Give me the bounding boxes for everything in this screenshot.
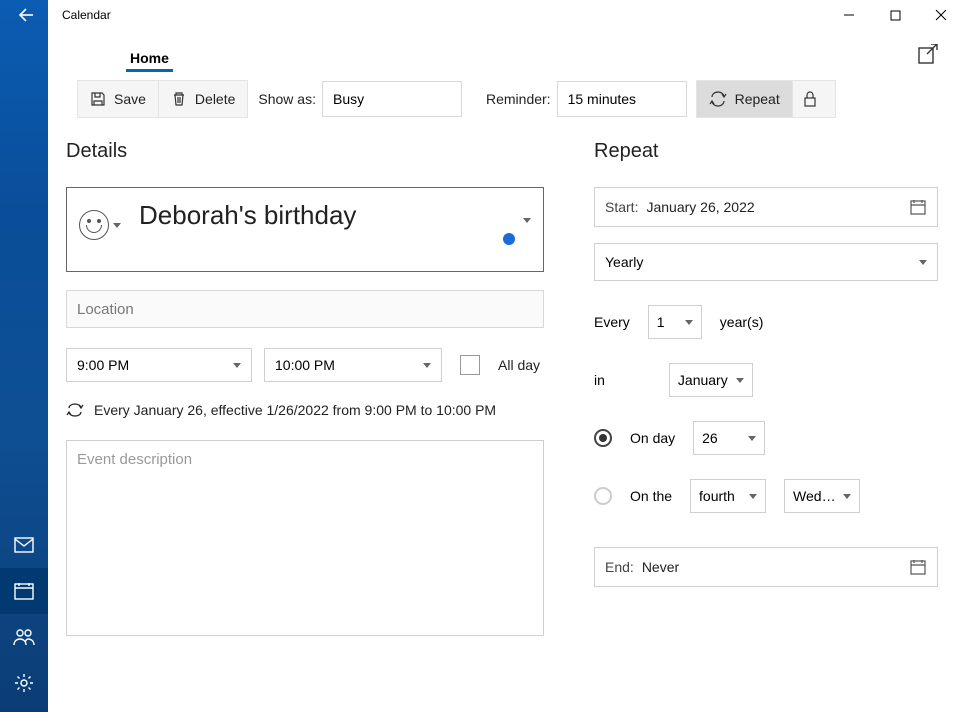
repeat-icon — [66, 403, 84, 417]
location-placeholder: Location — [77, 301, 134, 318]
chevron-down-icon — [919, 260, 927, 265]
event-title-card: Deborah's birthday — [66, 187, 544, 272]
toolbar: Save Delete Show as: Busy Reminder: 15 m… — [48, 76, 964, 122]
chevron-down-icon — [685, 320, 693, 325]
repeat-end-label: End: — [605, 559, 634, 575]
calendar-icon — [909, 198, 927, 216]
chevron-down-icon — [423, 363, 431, 368]
chevron-down-icon — [843, 494, 851, 499]
on-the-label: On the — [630, 488, 672, 504]
chevron-down-icon — [748, 436, 756, 441]
location-input[interactable]: Location — [66, 290, 544, 328]
private-button[interactable] — [792, 80, 836, 118]
show-as-label: Show as: — [258, 91, 316, 107]
years-label: year(s) — [720, 314, 764, 330]
on-day-label: On day — [630, 430, 675, 446]
repeat-end-field[interactable]: End: Never — [594, 547, 938, 587]
chevron-down-icon — [749, 494, 757, 499]
nav-rail — [0, 0, 48, 712]
start-time-select[interactable]: 9:00 PM — [66, 348, 252, 382]
close-button[interactable] — [918, 0, 964, 30]
recurrence-text: Every January 26, effective 1/26/2022 fr… — [94, 402, 496, 418]
weekday-value: Wed… — [793, 488, 836, 504]
repeat-button[interactable]: Repeat — [696, 80, 793, 118]
calendar-color-dot[interactable] — [503, 233, 515, 245]
end-time-value: 10:00 PM — [275, 357, 335, 373]
title-bar: Calendar — [48, 0, 964, 30]
repeat-pattern-value: Yearly — [605, 254, 643, 270]
ordinal-value: fourth — [699, 488, 735, 504]
maximize-button[interactable] — [872, 0, 918, 30]
delete-button[interactable]: Delete — [158, 80, 248, 118]
settings-nav-icon[interactable] — [0, 660, 48, 706]
back-button[interactable] — [0, 0, 48, 30]
popout-button[interactable] — [918, 44, 938, 69]
details-heading: Details — [66, 140, 544, 163]
chevron-down-icon — [233, 363, 241, 368]
description-placeholder: Event description — [77, 451, 192, 468]
chevron-down-icon — [736, 378, 744, 383]
tab-underline — [126, 69, 173, 72]
emoji-picker[interactable] — [79, 210, 121, 240]
window-title: Calendar — [48, 8, 111, 22]
all-day-checkbox[interactable] — [460, 355, 480, 375]
on-the-radio[interactable] — [594, 487, 612, 505]
start-time-value: 9:00 PM — [77, 357, 129, 373]
recurrence-summary: Every January 26, effective 1/26/2022 fr… — [66, 402, 544, 418]
ordinal-select[interactable]: fourth — [690, 479, 766, 513]
every-value: 1 — [657, 314, 665, 330]
month-select[interactable]: January — [669, 363, 753, 397]
repeat-start-label: Start: — [605, 199, 638, 215]
tab-home[interactable]: Home — [126, 44, 173, 76]
repeat-start-field[interactable]: Start: January 26, 2022 — [594, 187, 938, 227]
emoji-face-icon — [79, 210, 109, 240]
day-number-select[interactable]: 26 — [693, 421, 765, 455]
every-label: Every — [594, 314, 630, 330]
month-value: January — [678, 372, 728, 388]
calendar-nav-icon[interactable] — [0, 568, 48, 614]
weekday-select[interactable]: Wed… — [784, 479, 860, 513]
save-label: Save — [114, 91, 146, 107]
repeat-pattern-select[interactable]: Yearly — [594, 243, 938, 281]
event-title-input[interactable]: Deborah's birthday — [139, 200, 356, 231]
on-day-radio[interactable] — [594, 429, 612, 447]
all-day-label: All day — [498, 357, 540, 373]
in-label: in — [594, 372, 605, 388]
mail-nav-icon[interactable] — [0, 522, 48, 568]
show-as-value: Busy — [333, 91, 364, 107]
ribbon-tabs: Home — [48, 30, 964, 76]
every-interval-select[interactable]: 1 — [648, 305, 702, 339]
reminder-select[interactable]: 15 minutes — [557, 81, 687, 117]
reminder-label: Reminder: — [486, 91, 551, 107]
minimize-button[interactable] — [826, 0, 872, 30]
chevron-down-icon — [523, 218, 531, 223]
chevron-down-icon — [113, 223, 121, 228]
repeat-label: Repeat — [735, 91, 780, 107]
delete-label: Delete — [195, 91, 235, 107]
end-time-select[interactable]: 10:00 PM — [264, 348, 442, 382]
calendar-icon — [909, 558, 927, 576]
repeat-start-value: January 26, 2022 — [646, 199, 754, 215]
repeat-heading: Repeat — [594, 140, 938, 163]
show-as-select[interactable]: Busy — [322, 81, 462, 117]
reminder-value: 15 minutes — [568, 91, 636, 107]
tab-home-label: Home — [130, 50, 169, 66]
people-nav-icon[interactable] — [0, 614, 48, 660]
description-input[interactable]: Event description — [66, 440, 544, 636]
repeat-end-value: Never — [642, 559, 679, 575]
day-number-value: 26 — [702, 430, 718, 446]
save-button[interactable]: Save — [77, 80, 159, 118]
